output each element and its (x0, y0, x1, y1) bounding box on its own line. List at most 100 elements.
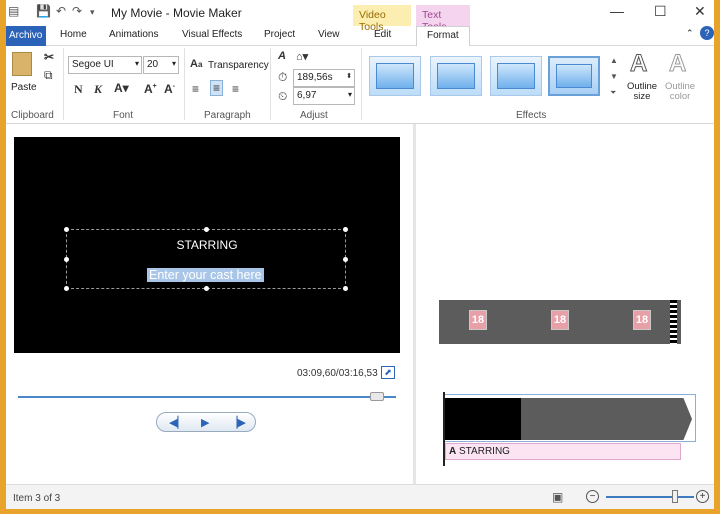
app-icon[interactable]: ▤ (8, 4, 19, 18)
maximize-button[interactable]: ☐ (654, 3, 667, 20)
context-text-tools: Text Tools (416, 5, 470, 33)
outline-color-button[interactable]: Outline color (662, 82, 698, 102)
ribbon: Paste ✂ ⧉ Clipboard Segoe UI ▾ 20 ▾ N K A▾… (6, 46, 714, 124)
clip-thumbnail: 18 (469, 214, 487, 234)
cast-text-selection[interactable]: Enter your cast here (147, 268, 264, 282)
seek-bar[interactable] (18, 396, 396, 398)
effect-preview-icon (437, 63, 475, 89)
collapse-ribbon-icon[interactable]: ⌃ (686, 28, 694, 39)
effect-slide-thumbnail[interactable] (490, 56, 542, 96)
duration-icon: ⏲ (278, 89, 288, 103)
font-color-button[interactable]: A▾ (114, 81, 129, 95)
storyboard-clip-3[interactable]: 18 18 18 (439, 300, 681, 344)
video-preview[interactable]: STARRING Enter your cast here (14, 137, 400, 353)
grow-font-button[interactable]: A+ (144, 82, 157, 96)
group-label-adjust: Adjust (300, 110, 328, 121)
italic-button[interactable]: K (94, 82, 102, 97)
tab-format[interactable]: Format (416, 26, 470, 47)
cut-icon[interactable]: ✂ (44, 50, 54, 64)
chevron-down-icon: ▾ (134, 59, 139, 68)
effect-preview-icon (376, 63, 414, 89)
preview-title-text: STARRING (176, 238, 238, 252)
effect-fly-in-thumbnail[interactable] (369, 56, 421, 96)
transparency-icon: Aa (190, 58, 203, 70)
text-style-icon[interactable]: A (278, 50, 286, 62)
text-box[interactable]: STARRING Enter your cast here (64, 227, 348, 291)
outline-color-icon: A (668, 50, 687, 78)
quick-access-dropdown-icon[interactable]: ▾ (90, 7, 95, 18)
background-color-icon[interactable]: ⌂▾ (296, 50, 308, 63)
tab-home[interactable]: Home (60, 29, 87, 40)
paste-button[interactable]: Paste (11, 82, 37, 93)
context-video-tools: Video Tools (353, 5, 411, 33)
thumbnail-size-icon[interactable]: ▣ (552, 490, 563, 504)
tab-view[interactable]: View (318, 29, 340, 40)
play-icon[interactable]: ▶ (201, 416, 209, 429)
tab-animations[interactable]: Animations (109, 29, 158, 40)
resize-handle[interactable] (64, 227, 69, 232)
resize-handle[interactable] (343, 227, 348, 232)
font-size-dropdown[interactable]: 20 ▾ (143, 56, 179, 74)
clip-thumbnail: 18 (633, 214, 651, 234)
chevron-down-icon: ▾ (347, 90, 352, 99)
font-family-dropdown[interactable]: Segoe UI ▾ (68, 56, 142, 74)
seek-thumb[interactable] (370, 392, 384, 401)
copy-icon[interactable]: ⧉ (44, 68, 53, 83)
outline-size-icon: A (629, 50, 648, 78)
tab-project[interactable]: Project (264, 29, 295, 40)
bold-button[interactable]: N (74, 82, 83, 97)
font-family-value: Segoe UI (72, 59, 114, 70)
title-bar: ▤ 💾 ↶ ↷ ▾ My Movie - Movie Maker Video T… (6, 0, 714, 33)
resize-handle[interactable] (204, 286, 209, 291)
zoom-slider-thumb[interactable] (672, 490, 678, 503)
window-title: My Movie - Movie Maker (111, 6, 242, 20)
paste-icon[interactable] (12, 52, 32, 76)
gallery-more-icon[interactable]: ⏷ (610, 88, 616, 98)
group-label-font: Font (113, 110, 134, 121)
previous-frame-icon[interactable]: ◀▏ (169, 416, 186, 429)
undo-icon[interactable]: ↶ (56, 4, 66, 18)
group-label-paragraph: Paragraph (204, 110, 251, 121)
popout-preview-icon[interactable]: ⬈ (381, 366, 395, 379)
align-right-icon[interactable]: ≡ (232, 82, 239, 96)
duration-dropdown[interactable]: 6,97 ▾ (293, 87, 355, 105)
tab-edit[interactable]: Edit (374, 29, 391, 40)
minimize-button[interactable]: — (610, 3, 624, 19)
caption-text-icon: A (449, 446, 457, 457)
align-left-icon[interactable]: ≡ (192, 82, 199, 96)
redo-icon[interactable]: ↷ (72, 4, 82, 18)
ribbon-separator (63, 48, 64, 120)
pane-splitter[interactable] (413, 124, 416, 484)
spinner-icon[interactable]: ⬍ (346, 72, 352, 80)
resize-handle[interactable] (204, 227, 209, 232)
caption-track-item[interactable]: A STARRING (445, 443, 681, 460)
start-time-icon: ⏱ (278, 70, 288, 84)
help-icon[interactable]: ? (700, 26, 714, 40)
caption-text: STARRING (459, 446, 510, 457)
transparency-button[interactable]: Transparency (208, 60, 269, 71)
effect-scroll-thumbnail[interactable] (548, 56, 600, 96)
start-time-field[interactable]: 189,56s ⬍ (293, 69, 355, 87)
next-frame-icon[interactable]: ▕▶ (229, 416, 246, 429)
close-button[interactable]: ✕ (694, 3, 706, 20)
gallery-up-icon[interactable]: ▲ (610, 56, 618, 65)
resize-handle[interactable] (343, 257, 348, 262)
title-clip-trail (521, 398, 692, 440)
save-icon[interactable]: 💾 (36, 4, 51, 18)
resize-handle[interactable] (64, 286, 69, 291)
outline-size-button[interactable]: Outline size (624, 82, 660, 102)
shrink-font-button[interactable]: A- (164, 82, 175, 96)
resize-handle[interactable] (64, 257, 69, 262)
effect-preview-icon (497, 63, 535, 89)
resize-handle[interactable] (343, 286, 348, 291)
status-item-count: Item 3 of 3 (13, 493, 61, 504)
gallery-down-icon[interactable]: ▼ (610, 72, 618, 81)
effect-swing-thumbnail[interactable] (430, 56, 482, 96)
tab-archivo[interactable]: Archivo (6, 26, 46, 46)
zoom-slider[interactable] (606, 496, 694, 498)
duration-value: 6,97 (297, 90, 317, 101)
align-center-icon[interactable]: ≡ (210, 80, 224, 96)
zoom-out-icon[interactable]: − (586, 490, 599, 503)
zoom-in-icon[interactable]: + (696, 490, 709, 503)
tab-visual-effects[interactable]: Visual Effects (182, 29, 242, 40)
